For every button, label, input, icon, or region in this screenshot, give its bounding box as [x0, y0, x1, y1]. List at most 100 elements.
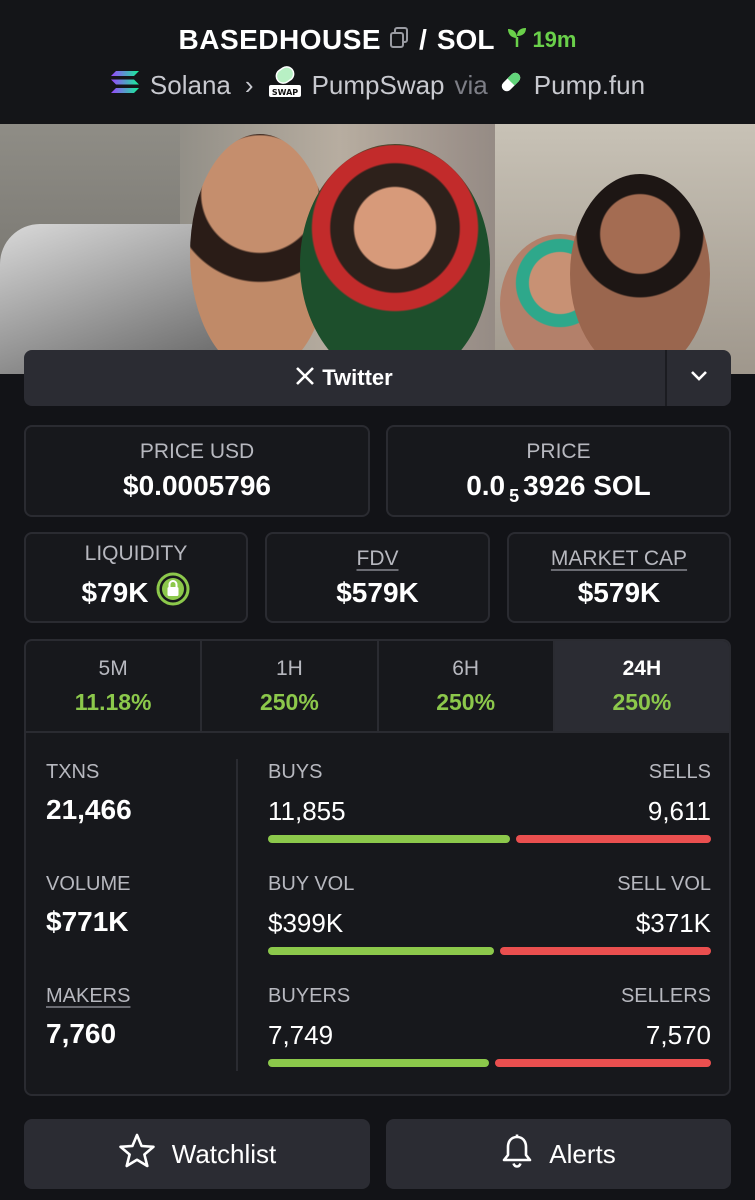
chevron-right-icon: ›	[244, 70, 254, 100]
sell-vol-value: $371K	[635, 908, 711, 938]
sellers-value: 7,570	[645, 1020, 711, 1050]
txns-metric: TXNS 21,466	[46, 761, 236, 873]
chevron-down-icon	[690, 369, 708, 387]
lock-icon[interactable]	[156, 572, 190, 613]
buy-vol-label: BUY VOL	[268, 873, 355, 895]
token-banner-image	[0, 124, 755, 374]
quote-token-symbol: SOL	[436, 24, 495, 55]
solana-icon	[110, 69, 140, 102]
x-logo-icon	[296, 365, 315, 391]
star-icon	[118, 1133, 156, 1176]
sprout-icon	[506, 26, 528, 54]
alerts-label: Alerts	[549, 1138, 616, 1169]
pair-title: BASEDHOUSE / SOL 19m	[0, 24, 755, 56]
banner-person-far-right	[570, 174, 710, 374]
sells-bar-fill	[515, 835, 711, 843]
liquidity-value-row: $79K	[82, 572, 191, 613]
tab-change: 250%	[436, 688, 496, 715]
volume-label: VOLUME	[46, 873, 131, 895]
sellers-label: SELLERS	[620, 985, 711, 1007]
buyers-sellers-split: BUYERS SELLERS 7,749 7,570	[268, 985, 711, 1094]
tab-change: 250%	[259, 688, 319, 715]
price-native-rest: 3926 SOL	[523, 470, 651, 501]
price-usd-label: PRICE USD	[139, 440, 255, 463]
pair-header: BASEDHOUSE / SOL 19m Solana › SWAP PumpS…	[0, 0, 755, 124]
fdv-label[interactable]: FDV	[357, 547, 399, 571]
tab-change: 250%	[612, 688, 672, 715]
socials-dropdown-toggle[interactable]	[667, 350, 731, 406]
buyers-bar-fill	[268, 1059, 490, 1067]
twitter-button[interactable]: Twitter	[24, 350, 667, 406]
twitter-label: Twitter	[322, 365, 393, 390]
alerts-button[interactable]: Alerts	[386, 1119, 731, 1189]
tab-label: 24H	[622, 656, 662, 680]
buy-vol-bar-fill	[268, 947, 495, 955]
chain-link[interactable]: Solana	[150, 70, 231, 101]
sellers-bar-fill	[495, 1059, 711, 1067]
sell-vol-label: SELL VOL	[617, 873, 711, 895]
tab-label: 6H	[452, 656, 480, 680]
buyers-value: 7,749	[268, 1020, 334, 1050]
sell-vol-bar-fill	[500, 947, 711, 955]
tab-5m[interactable]: 5M 11.18%	[26, 641, 203, 731]
tab-24h[interactable]: 24H 250%	[554, 641, 729, 731]
age-text: 19m	[532, 27, 577, 52]
base-token-symbol: BASEDHOUSE	[178, 24, 382, 55]
market-cap-value: $579K	[577, 576, 661, 608]
pair-age: 19m	[506, 26, 576, 54]
volume-metric: VOLUME $771K	[46, 873, 236, 985]
price-native-card: PRICE 0.0 5 3926 SOL	[386, 425, 731, 517]
totals-column: TXNS 21,466 VOLUME $771K MAKERS 7,760	[46, 761, 236, 1094]
buyers-bar	[268, 1059, 711, 1067]
price-usd-card: PRICE USD $0.0005796	[24, 425, 370, 517]
timeframe-tabs: 5M 11.18% 1H 250% 6H 250% 24H 250%	[26, 641, 729, 733]
via-text: via	[454, 70, 488, 100]
pair-separator: /	[419, 24, 427, 55]
stats-divider	[236, 759, 238, 1071]
sells-label: SELLS	[648, 761, 711, 783]
volume-value: $771K	[46, 906, 129, 937]
txns-label: TXNS	[46, 761, 100, 783]
price-native-value: 0.0 5 3926 SOL	[466, 470, 651, 506]
market-cap-card: MARKET CAP $579K	[507, 532, 731, 623]
buy-vol-value: $399K	[268, 908, 344, 938]
makers-label[interactable]: MAKERS	[46, 985, 236, 1008]
fdv-card: FDV $579K	[265, 532, 490, 623]
buy-sell-volume-split: BUY VOL SELL VOL $399K $371K	[268, 873, 711, 985]
watchlist-label: Watchlist	[171, 1138, 277, 1169]
makers-value: 7,760	[46, 1018, 117, 1049]
watchlist-button[interactable]: Watchlist	[24, 1119, 370, 1189]
bell-icon	[501, 1133, 533, 1176]
txns-value: 21,466	[46, 794, 132, 825]
pill-icon	[498, 69, 524, 102]
price-native-prefix: 0.0	[466, 470, 506, 501]
volume-bar	[268, 947, 711, 955]
price-usd-value: $0.0005796	[123, 470, 271, 501]
tab-label: 5M	[98, 656, 128, 680]
buyers-label: BUYERS	[268, 985, 351, 1007]
price-native-label: PRICE	[526, 440, 591, 463]
swap-badge-text: SWAP	[271, 88, 297, 97]
tab-change: 11.18%	[74, 688, 152, 715]
sells-value: 9,611	[647, 796, 711, 826]
tab-label: 1H	[275, 656, 303, 680]
launchpad-link[interactable]: Pump.fun	[534, 70, 645, 101]
tab-1h[interactable]: 1H 250%	[202, 641, 379, 731]
copy-icon[interactable]	[389, 26, 409, 54]
tab-6h[interactable]: 6H 250%	[379, 641, 555, 731]
buys-bar-fill	[268, 835, 510, 843]
banner-person-center	[300, 144, 490, 374]
buys-sells-bar	[268, 835, 711, 843]
dex-link[interactable]: PumpSwap	[312, 70, 445, 101]
buys-value: 11,855	[268, 796, 346, 826]
split-column: BUYS SELLS 11,855 9,611 BUY VOL SELL VOL…	[268, 761, 711, 1094]
liquidity-card: LIQUIDITY $79K	[24, 532, 248, 623]
social-links-bar: Twitter	[24, 350, 731, 406]
makers-metric: MAKERS 7,760	[46, 985, 236, 1094]
fdv-value: $579K	[336, 576, 419, 608]
market-cap-label[interactable]: MARKET CAP	[551, 547, 687, 571]
trading-stats-panel: 5M 11.18% 1H 250% 6H 250% 24H 250% TXNS …	[24, 639, 731, 1096]
breadcrumb: Solana › SWAP PumpSwap via Pump.fun	[0, 66, 755, 105]
buys-sells-split: BUYS SELLS 11,855 9,611	[268, 761, 711, 873]
buys-label: BUYS	[268, 761, 323, 783]
